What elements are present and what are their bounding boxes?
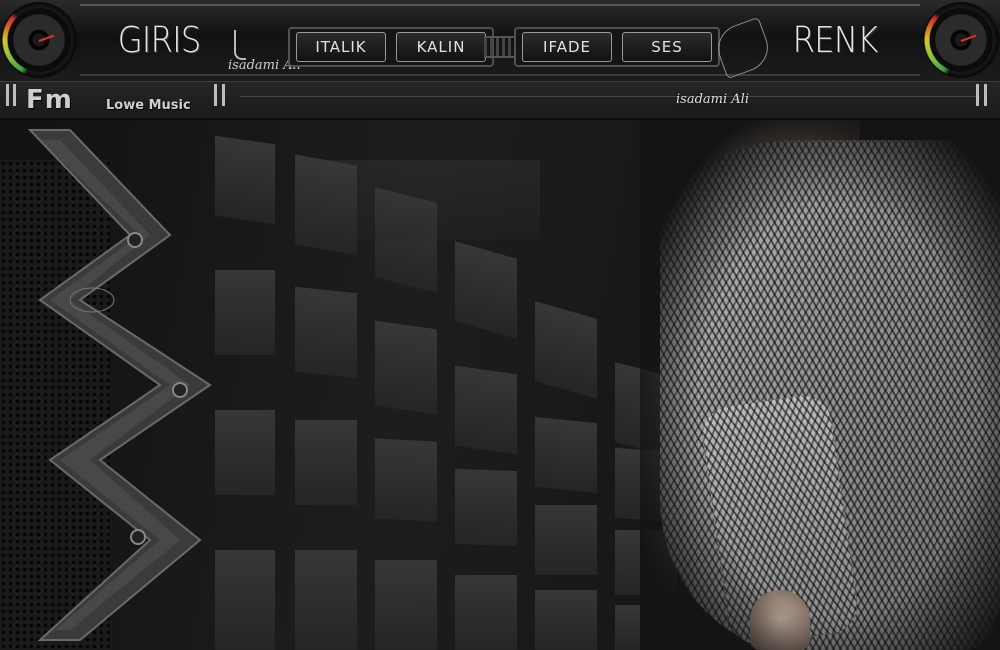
tile: [215, 135, 275, 225]
home-link[interactable]: GIRIS: [106, 14, 212, 66]
divider: [214, 84, 217, 106]
tile: [535, 590, 597, 650]
tile: [215, 550, 275, 650]
image-watermark: isadami Ali: [676, 92, 749, 107]
divider: [222, 84, 225, 106]
flourish-decoration: [234, 30, 246, 60]
portrait-vignette: [640, 120, 1000, 650]
tile: [535, 301, 597, 399]
color-link[interactable]: RENK: [786, 14, 885, 66]
top-rail-lower: [80, 74, 920, 76]
zigzag-ornament: [27, 129, 212, 641]
tile: [455, 241, 517, 339]
group-connector: [484, 36, 514, 58]
tile: [455, 468, 517, 547]
sound-button[interactable]: SES: [622, 32, 712, 62]
sub-bar: Fm Lowe Music: [0, 82, 1000, 120]
sub-rail: [240, 96, 980, 97]
flourish-decoration: [711, 16, 775, 80]
tile: [215, 410, 275, 495]
speaker-right-icon: [922, 1, 1000, 79]
fm-logo: Fm: [26, 85, 73, 115]
tile: [215, 270, 275, 355]
tile-highlight: [325, 160, 540, 240]
top-rail: [80, 4, 920, 6]
divider: [976, 84, 979, 106]
tile: [295, 550, 357, 650]
divider: [13, 84, 16, 106]
tile: [375, 560, 437, 650]
tile: [535, 416, 597, 494]
tile: [455, 575, 517, 650]
brand-name: Lowe Music: [106, 98, 191, 113]
tile: [455, 365, 517, 455]
divider: [6, 84, 9, 106]
portrait-image: [640, 120, 1000, 650]
main-stage: [0, 120, 1000, 650]
media-button-group: IFADE SES: [514, 27, 720, 67]
tile: [295, 420, 357, 505]
bold-button[interactable]: KALIN: [396, 32, 486, 62]
tile: [375, 438, 437, 522]
tile: [535, 505, 597, 575]
tile: [295, 286, 357, 379]
format-button-group: ITALIK KALIN: [288, 27, 494, 67]
top-bar: GIRIS isadami Ali ITALIK KALIN IFADE SES…: [0, 0, 1000, 82]
tile: [375, 320, 437, 415]
italic-button[interactable]: ITALIK: [296, 32, 386, 62]
speaker-left-icon: [0, 1, 78, 79]
divider: [984, 84, 987, 106]
emoji-button[interactable]: IFADE: [522, 32, 612, 62]
